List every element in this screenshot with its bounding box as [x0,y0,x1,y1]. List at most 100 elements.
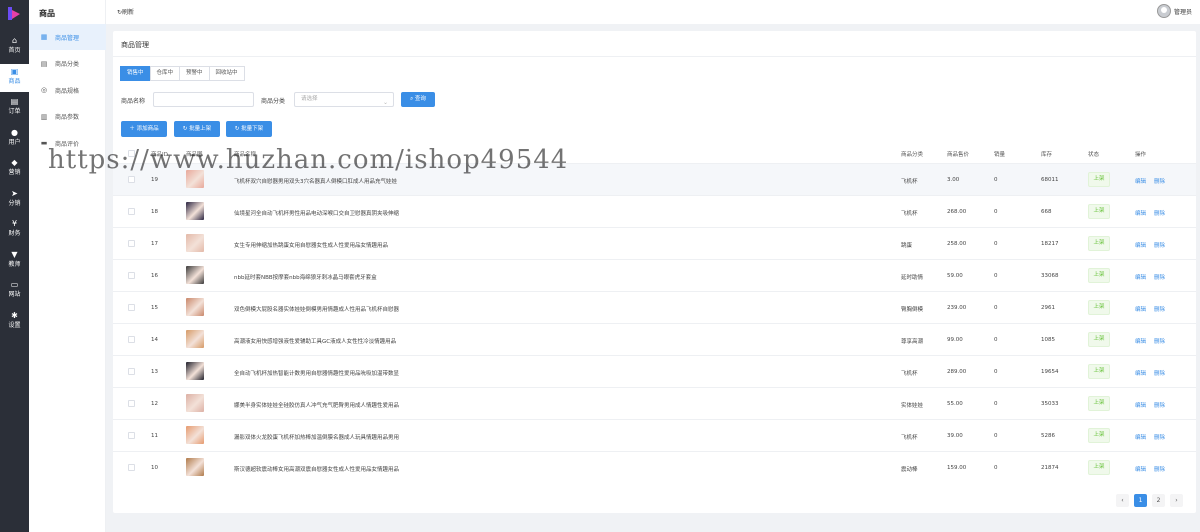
row-checkbox[interactable] [128,368,135,375]
nav-item-0[interactable]: ⌂ 首页 [0,33,29,61]
nav-item-1[interactable]: ▣ 商品 [0,63,29,92]
edit-link[interactable]: 编辑 [1135,177,1146,185]
delete-link[interactable]: 删除 [1154,241,1165,249]
delete-link[interactable]: 删除 [1154,369,1165,377]
add-goods-button[interactable]: ＋ 添加商品 [121,121,167,137]
app-logo[interactable] [7,6,22,21]
edit-link[interactable]: 编辑 [1135,337,1146,345]
delete-link[interactable]: 删除 [1154,433,1165,441]
status-badge[interactable]: 上架 [1088,268,1110,283]
nav-label: 商品 [8,77,21,85]
edit-link[interactable]: 编辑 [1135,401,1146,409]
spec-icon: ◎ [40,86,48,94]
table-row: 14 高潮液女用快感增强液性爱辅助工具GC液成人女性性冷淡情趣用品 尊享高潮 99.0… [113,323,1196,355]
status-tabs: 销售中 仓库中 预警中 回收站中 [120,66,245,81]
sub-item-3[interactable]: ▥ 商品参数 [29,104,106,130]
tab-2[interactable]: 预警中 [179,66,210,81]
row-checkbox[interactable] [128,176,135,183]
next-page-button[interactable]: › [1170,494,1183,507]
goods-image[interactable] [186,362,204,380]
status-badge[interactable]: 上架 [1088,172,1110,187]
tab-0[interactable]: 销售中 [120,66,151,81]
goods-price: 3.00 [947,177,960,183]
edit-link[interactable]: 编辑 [1135,273,1146,281]
table-row: 15 双色倒模大屁股名器实体娃娃倒模男用情趣成人性用品飞机杯自慰器 臀胸倒模 239.… [113,291,1196,323]
goods-name-input[interactable] [153,92,254,107]
goods-image[interactable] [186,202,204,220]
watermark-text: https://www.huzhan.com/ishop49544 [48,145,569,175]
page-button-1[interactable]: 1 [1134,494,1147,507]
nav-item-4[interactable]: ◆ 营销 [0,155,29,183]
row-checkbox[interactable] [128,240,135,247]
edit-link[interactable]: 编辑 [1135,209,1146,217]
sub-item-2[interactable]: ◎ 商品规格 [29,77,106,103]
status-badge[interactable]: 上架 [1088,204,1110,219]
delete-link[interactable]: 删除 [1154,337,1165,345]
nav-item-2[interactable]: ▤ 订单 [0,94,29,122]
col-status: 状态 [1088,152,1100,158]
goods-image[interactable] [186,298,204,316]
goods-image[interactable] [186,394,204,412]
delete-link[interactable]: 删除 [1154,465,1165,473]
sub-item-0[interactable]: ▦ 商品管理 [29,24,106,50]
edit-link[interactable]: 编辑 [1135,305,1146,313]
edit-link[interactable]: 编辑 [1135,465,1146,473]
delete-link[interactable]: 删除 [1154,209,1165,217]
table-row: 11 漏影双体火龙胶蛋飞机杯加热棒加温倒膜名器成人玩具情趣用品男用 飞机杯 39.00… [113,419,1196,451]
finance-icon: ¥ [11,219,18,228]
nav-item-5[interactable]: ➤ 分销 [0,186,29,214]
status-badge[interactable]: 上架 [1088,236,1110,251]
delete-link[interactable]: 删除 [1154,177,1165,185]
nav-item-3[interactable]: ● 用户 [0,125,29,153]
nav-item-8[interactable]: ▭ 网站 [0,277,29,305]
category-select[interactable]: 请选择 ⌄ [294,92,394,107]
status-badge[interactable]: 上架 [1088,332,1110,347]
status-badge[interactable]: 上架 [1088,460,1110,475]
goods-price: 59.00 [947,273,963,279]
goods-id: 13 [151,369,158,375]
user-menu[interactable]: 管理员 [1156,4,1192,18]
distribution-icon: ➤ [11,188,18,198]
row-checkbox[interactable] [128,400,135,407]
row-checkbox[interactable] [128,304,135,311]
edit-link[interactable]: 编辑 [1135,369,1146,377]
batch-off-button[interactable]: ↻ 批量下架 [226,121,272,137]
nav-item-7[interactable]: ▼ 教师 [0,247,29,275]
status-badge[interactable]: 上架 [1088,428,1110,443]
delete-link[interactable]: 删除 [1154,273,1165,281]
goods-name: 女生专用伸缩加热跳蛋女用自慰器女性成人性爱用品女情趣用品 [234,243,389,249]
sub-item-1[interactable]: ▤ 商品分类 [29,51,106,77]
chevron-down-icon: ⌄ [382,99,388,106]
goods-image[interactable] [186,330,204,348]
row-checkbox[interactable] [128,336,135,343]
nav-item-6[interactable]: ¥ 财务 [0,216,29,244]
prev-page-button[interactable]: ‹ [1116,494,1129,507]
refresh-button[interactable]: ↻刷新 [117,7,134,16]
delete-link[interactable]: 删除 [1154,305,1165,313]
tab-3[interactable]: 回收站中 [208,66,245,81]
nav-label: 分销 [8,199,21,207]
status-badge[interactable]: 上架 [1088,396,1110,411]
table-row: 18 仙境星河全自动飞机杯男性用品电动深喉口交自卫慰器真阴夹吸伸缩 飞机杯 268.0… [113,195,1196,227]
tab-1[interactable]: 仓库中 [149,66,181,81]
row-checkbox[interactable] [128,208,135,215]
status-badge[interactable]: 上架 [1088,300,1110,315]
delete-link[interactable]: 删除 [1154,401,1165,409]
query-button[interactable]: ⌕ 查询 [401,92,435,107]
row-checkbox[interactable] [128,272,135,279]
batch-on-button[interactable]: ↻ 批量上架 [174,121,220,137]
page-button-2[interactable]: 2 [1152,494,1165,507]
goods-category: 震动棒 [901,467,918,473]
edit-link[interactable]: 编辑 [1135,241,1146,249]
status-badge[interactable]: 上架 [1088,364,1110,379]
goods-image[interactable] [186,234,204,252]
goods-image[interactable] [186,266,204,284]
edit-link[interactable]: 编辑 [1135,433,1146,441]
goods-image[interactable] [186,426,204,444]
row-checkbox[interactable] [128,432,135,439]
nav-item-9[interactable]: ✱ 设置 [0,308,29,336]
row-checkbox[interactable] [128,464,135,471]
table-row: 16 nbb延时套NBB按摩套nbb海绵狼牙刺冰晶马眼套虎牙套盒 延时助情 59.00… [113,259,1196,291]
category-icon: ▤ [40,59,48,68]
goods-image[interactable] [186,458,204,476]
